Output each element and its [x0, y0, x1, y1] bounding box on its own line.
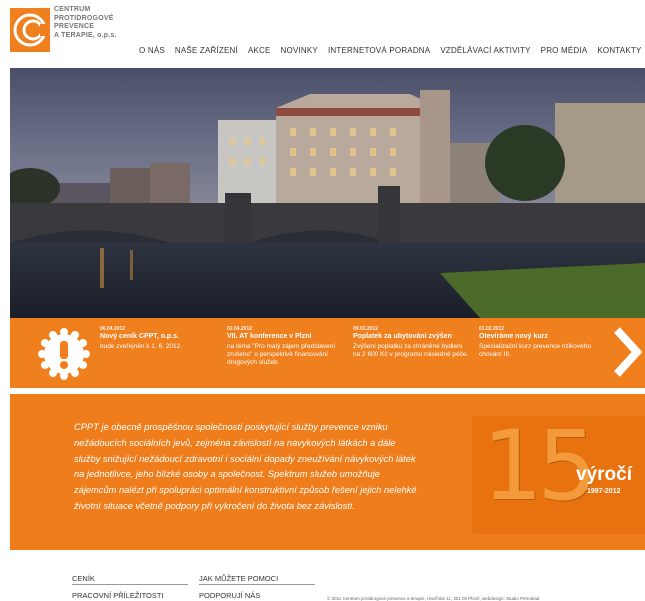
logo-text: CENTRUM PROTIDROGOVÉ PREVENCE A TERAPIE,…: [54, 6, 117, 40]
nav-item-kontakty[interactable]: KONTAKTY: [592, 46, 645, 55]
news-text: Specializační kurz prevence rizikového c…: [479, 343, 591, 358]
footer: CENÍK PRACOVNÍ PŘÍLEŽITOSTI JAK MŮŽETE P…: [0, 550, 645, 601]
footer-link-jak-muzete-pomoci[interactable]: JAK MŮŽETE POMOCI: [199, 574, 315, 585]
footer-link-cenik[interactable]: CENÍK: [72, 574, 188, 585]
news-title[interactable]: VII. AT konference v Plzni: [227, 333, 345, 341]
news-date: 06.04.2012: [100, 326, 126, 332]
news-date: 09.03.2012: [353, 326, 379, 332]
hero-photo: [10, 68, 645, 318]
news-item[interactable]: 01.02.2012 Otevíráme nový kurz Specializ…: [479, 326, 597, 359]
intro-text: CPPT je obecně prospěšnou společností po…: [74, 422, 417, 511]
footer-column: CENÍK PRACOVNÍ PŘÍLEŽITOSTI: [72, 574, 188, 601]
main-nav: O NÁS NAŠE ZAŘÍZENÍ AKCE NOVINKY INTERNE…: [134, 46, 645, 55]
logo-line: PROTIDROGOVÉ: [54, 14, 114, 22]
logo-line: A TERAPIE, o.p.s.: [54, 31, 117, 39]
news-title[interactable]: Otevíráme nový kurz: [479, 333, 597, 341]
nav-item-nase-zarizeni[interactable]: NAŠE ZAŘÍZENÍ: [170, 46, 243, 55]
nav-item-novinky[interactable]: NOVINKY: [276, 46, 323, 55]
news-strip: 06.04.2012 Nový ceník CPPT, o.p.s. bude …: [10, 318, 645, 388]
news-date: 02.04.2012: [227, 326, 253, 332]
nav-item-o-nas[interactable]: O NÁS: [134, 46, 170, 55]
exclamation-icon: [38, 328, 90, 380]
logo[interactable]: CENTRUM PROTIDROGOVÉ PREVENCE A TERAPIE,…: [10, 6, 130, 56]
nav-item-vzdelavaci-aktivity[interactable]: VZDĚLÁVACÍ AKTIVITY: [435, 46, 535, 55]
news-text: Zvýšení poplatku za chráněné bydlení na …: [353, 343, 469, 358]
news-item[interactable]: 02.04.2012 VII. AT konference v Plzni na…: [227, 326, 345, 367]
nav-item-internetova-poradna[interactable]: INTERNETOVÁ PORADNA: [323, 46, 435, 55]
news-date: 01.02.2012: [479, 326, 505, 332]
intro-section: CPPT je obecně prospěšnou společností po…: [10, 394, 645, 550]
footer-link-podporuji-nas[interactable]: PODPORUJÍ NÁS: [199, 591, 315, 601]
news-title[interactable]: Nový ceník CPPT, o.p.s.: [100, 333, 218, 341]
nav-item-pro-media[interactable]: PRO MÉDIA: [536, 46, 593, 55]
nav-item-akce[interactable]: AKCE: [243, 46, 276, 55]
header: CENTRUM PROTIDROGOVÉ PREVENCE A TERAPIE,…: [0, 0, 645, 68]
footer-link-pracovni-prilezitosti[interactable]: PRACOVNÍ PŘÍLEŽITOSTI: [72, 591, 188, 601]
logo-mark-icon: [10, 8, 50, 52]
news-text: bude zveřejněn k 1. 6. 2012.: [100, 343, 183, 350]
news-item[interactable]: 09.03.2012 Poplatek za ubytování zvýšen …: [353, 326, 471, 359]
footer-column: JAK MŮŽETE POMOCI PODPORUJÍ NÁS: [199, 574, 315, 601]
anniversary-badge[interactable]: 15 výročí 1997-2012: [472, 410, 645, 534]
chevron-right-icon[interactable]: [611, 326, 643, 378]
news-text: na téma "Pro malý zájem představení zruš…: [227, 343, 336, 366]
anniversary-word: výročí: [576, 464, 632, 485]
copyright: © 2011 Centrum protidrogové prevence a t…: [327, 596, 540, 601]
logo-line: PREVENCE: [54, 23, 95, 30]
anniversary-years: 1997-2012: [587, 488, 621, 495]
news-title[interactable]: Poplatek za ubytování zvýšen: [353, 333, 471, 341]
news-item[interactable]: 06.04.2012 Nový ceník CPPT, o.p.s. bude …: [100, 326, 218, 351]
logo-line: CENTRUM: [54, 6, 91, 13]
